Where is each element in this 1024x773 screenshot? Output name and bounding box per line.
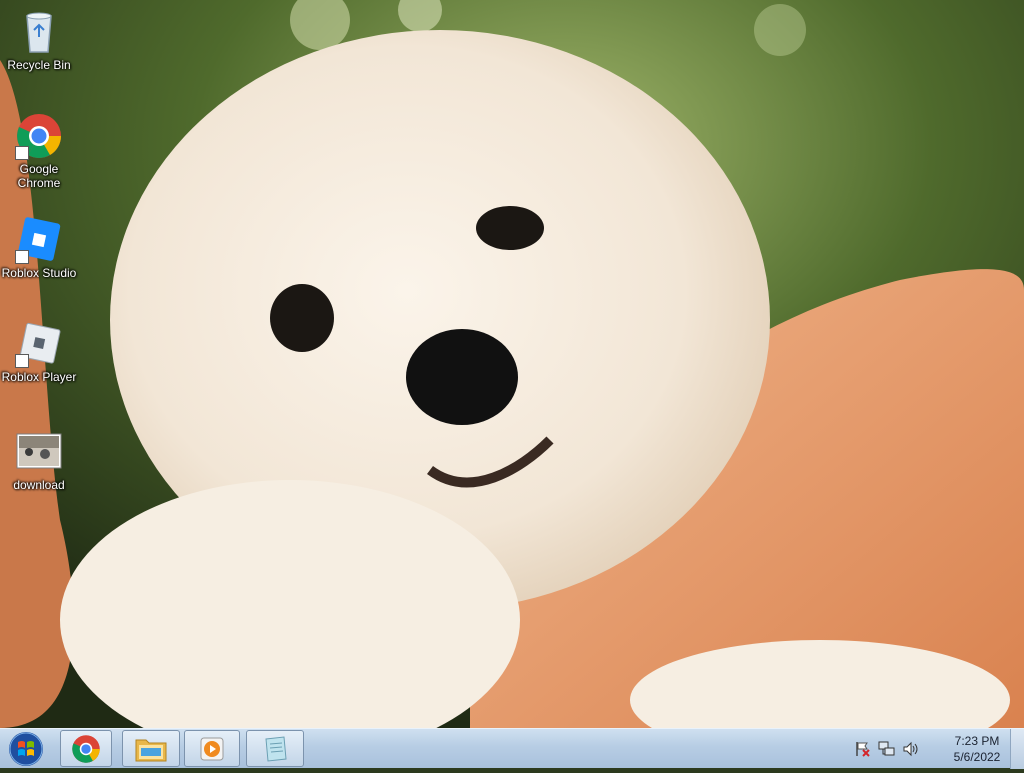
- chrome-icon: [72, 734, 100, 763]
- taskbar-clock[interactable]: 7:23 PM 5/6/2022: [946, 733, 1008, 765]
- taskbar-file-explorer-button[interactable]: [122, 730, 180, 767]
- clock-date: 5/6/2022: [953, 750, 1001, 764]
- desktop-icon-recycle-bin[interactable]: Recycle Bin: [1, 8, 77, 72]
- media-player-icon: [200, 737, 224, 760]
- roblox-studio-icon: [15, 216, 63, 264]
- system-tray: 7:23 PM 5/6/2022: [848, 729, 1008, 769]
- volume-icon[interactable]: [902, 740, 920, 758]
- desktop-icon-label: download: [13, 478, 65, 492]
- clock-time: 7:23 PM: [954, 734, 1000, 748]
- shortcut-arrow-icon: [15, 354, 29, 368]
- taskbar-chrome-button[interactable]: [60, 730, 112, 767]
- network-icon[interactable]: [878, 740, 896, 758]
- file-explorer-icon: [135, 739, 167, 761]
- desktop-icon-roblox-player[interactable]: Roblox Player: [1, 320, 77, 384]
- action-center-icon[interactable]: [854, 740, 872, 758]
- desktop-icon-label: Recycle Bin: [7, 58, 71, 72]
- desktop-icon-label: Roblox Studio: [1, 266, 77, 280]
- recycle-bin-icon: [15, 8, 63, 56]
- shortcut-arrow-icon: [15, 146, 29, 160]
- shortcut-arrow-icon: [15, 250, 29, 264]
- desktop-icon-label: Roblox Player: [1, 370, 77, 384]
- roblox-player-icon: [15, 320, 63, 368]
- desktop-icon-download[interactable]: download: [1, 428, 77, 492]
- taskbar: 7:23 PM 5/6/2022: [0, 728, 1024, 769]
- chrome-icon: [15, 112, 63, 160]
- desktop-icon-google-chrome[interactable]: Google Chrome: [1, 112, 77, 190]
- desktop-wallpaper: [0, 0, 1024, 728]
- image-file-icon: [15, 428, 63, 476]
- show-desktop-button[interactable]: [1010, 729, 1024, 769]
- notepad-icon: [265, 735, 287, 762]
- windows-start-icon: [9, 732, 43, 766]
- taskbar-notepad-button[interactable]: [246, 730, 304, 767]
- desktop-icon-label: Google Chrome: [17, 162, 61, 190]
- taskbar-media-player-button[interactable]: [184, 730, 240, 767]
- desktop-icon-roblox-studio[interactable]: Roblox Studio: [1, 216, 77, 280]
- start-button[interactable]: [4, 730, 48, 768]
